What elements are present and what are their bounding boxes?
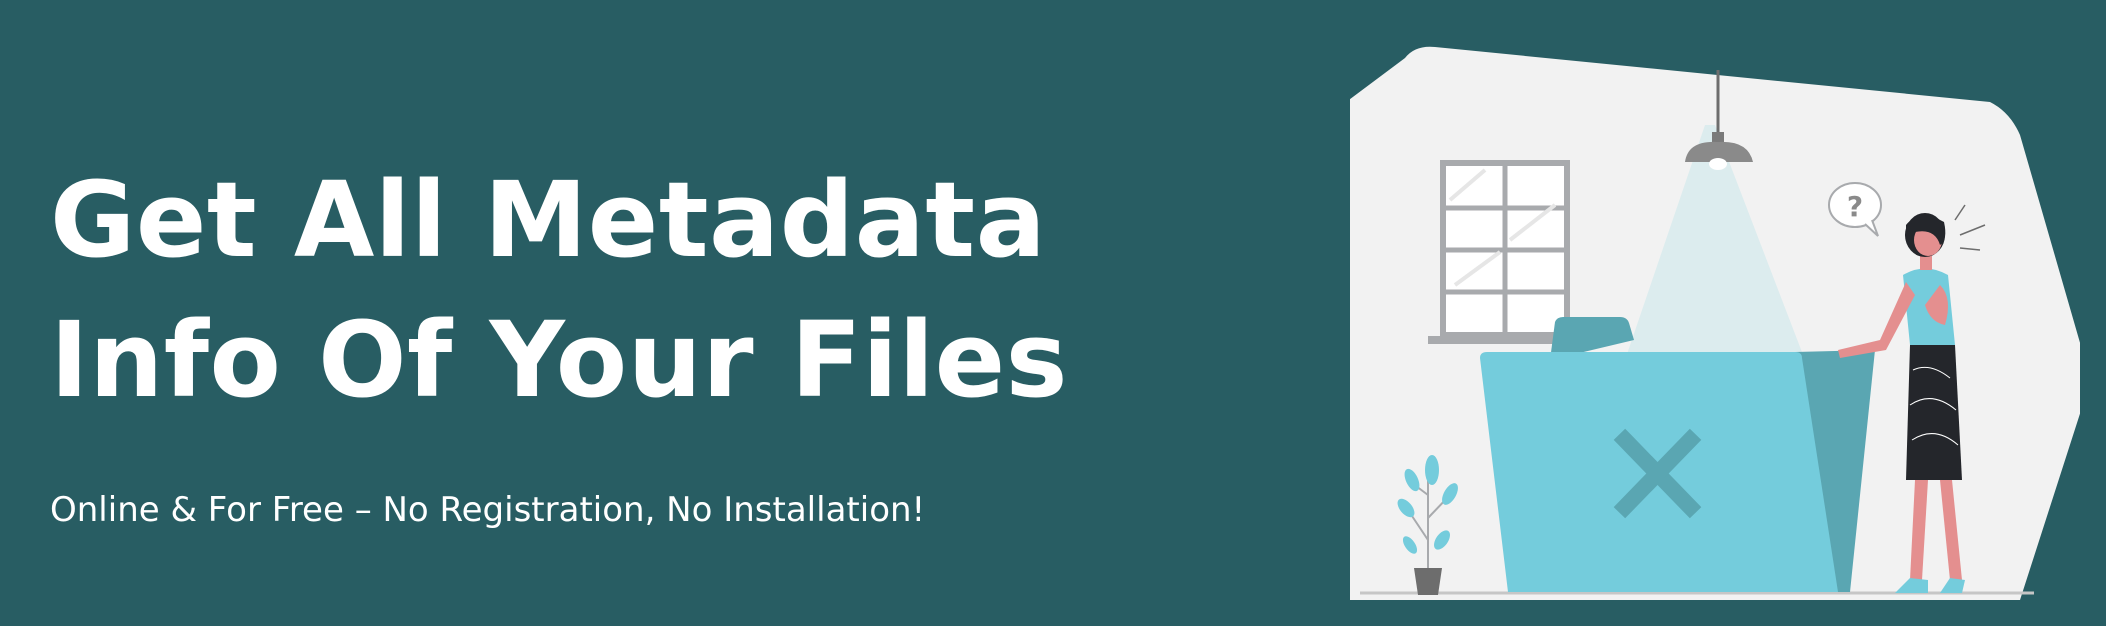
question-mark: ? [1847,190,1863,223]
headline: Get All Metadata Info Of Your Files [50,150,1250,430]
illustration-svg: ? [1350,46,2080,600]
hero-text: Get All Metadata Info Of Your Files Onli… [50,150,1250,532]
window-icon [1428,160,1582,344]
hero-illustration: ? [1350,40,2080,610]
subtitle: Online & For Free – No Registration, No … [50,490,926,530]
headline-line-1: Get All Metadata [50,159,1047,281]
hero-banner: Get All Metadata Info Of Your Files Onli… [0,0,2106,626]
headline-line-2: Info Of Your Files [50,299,1069,421]
